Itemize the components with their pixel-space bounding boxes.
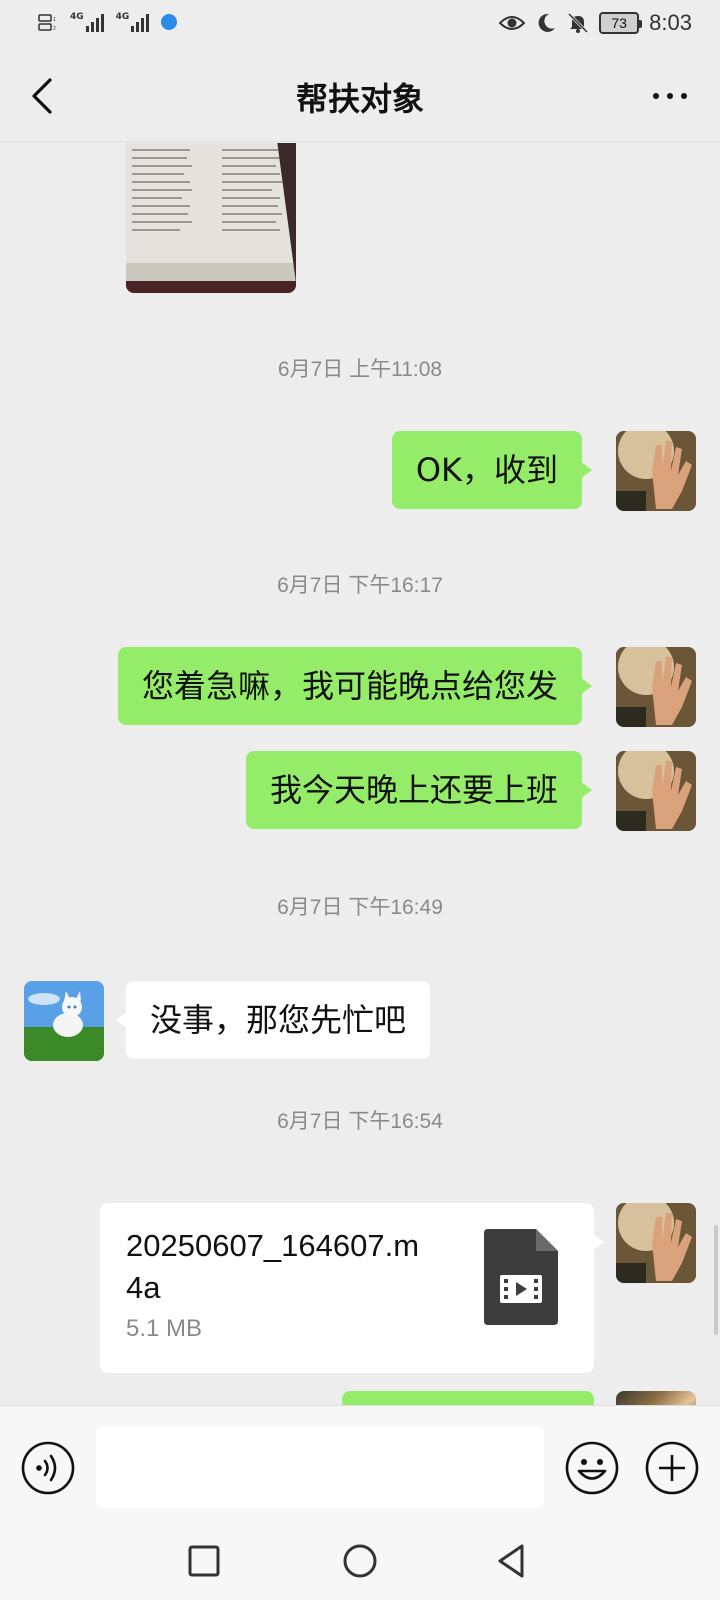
mute-bell-icon (568, 12, 589, 34)
message-bubble-self[interactable]: OK，收到 (391, 431, 593, 509)
status-bar: 1 2 4G 4G 73 8:03 (0, 0, 720, 48)
image-message[interactable] (126, 143, 296, 293)
timestamp: 6月7日 下午16:49 (277, 896, 443, 919)
eye-icon (499, 16, 526, 30)
hand-photo-icon (616, 647, 696, 727)
document-photo-icon (126, 143, 296, 293)
signal-icon (85, 12, 104, 32)
battery-icon: 73 (599, 12, 643, 34)
signal-group-2: 4G (116, 12, 150, 32)
hand-photo-icon (616, 751, 696, 831)
kitten-photo-icon (24, 981, 104, 1061)
file-message[interactable]: 20250607_164607.m4a 5.1 MB (100, 1203, 604, 1373)
svg-text:1: 1 (53, 17, 56, 23)
file-name: 20250607_164607.m4a (126, 1228, 420, 1305)
hand-photo-icon (616, 1203, 696, 1283)
avatar-self[interactable] (616, 1203, 696, 1283)
signal-icon (131, 12, 150, 32)
timestamp: 6月7日 下午16:17 (277, 574, 443, 597)
network-type-label-2: 4G (115, 12, 130, 22)
avatar-self-partial[interactable] (616, 1391, 696, 1405)
sim-icon: 1 2 (38, 14, 56, 32)
file-size: 5.1 MB (126, 1315, 203, 1342)
input-bar (0, 1405, 720, 1525)
video-file-icon (484, 1229, 558, 1325)
message-bubble-self[interactable]: 我今天晚上还要上班 (245, 751, 593, 829)
scrollbar[interactable] (714, 1225, 718, 1335)
avatar-self[interactable] (616, 647, 696, 727)
network-type-label-1: 4G (70, 12, 84, 22)
chat-header: 帮扶对象 (0, 48, 720, 142)
plus-circle-icon[interactable] (644, 1440, 700, 1496)
hand-photo-icon (616, 431, 696, 511)
status-right: 73 8:03 (499, 10, 692, 36)
system-nav-bar (0, 1525, 720, 1600)
timestamp: 6月7日 上午11:08 (277, 358, 443, 381)
message-bubble-self[interactable]: 您着急嘛，我可能晚点给您发 (117, 647, 593, 725)
message-bubble-other[interactable]: 没事，那您先忙吧 (115, 981, 431, 1059)
app-notification-icon (161, 14, 178, 30)
status-left: 1 2 4G 4G (38, 12, 178, 32)
moon-icon (538, 13, 556, 32)
status-time: 8:03 (649, 10, 692, 35)
back-triangle-icon[interactable] (492, 1541, 532, 1581)
chat-title: 帮扶对象 (295, 80, 424, 118)
voice-icon[interactable] (20, 1440, 76, 1496)
svg-text:2: 2 (53, 26, 56, 32)
home-circle-icon[interactable] (340, 1541, 380, 1581)
emoji-icon[interactable] (564, 1440, 620, 1496)
message-list[interactable]: 6月7日 上午11:08 OK，收到 6月7日 下午16:17 您着急嘛，我可能… (0, 143, 720, 1405)
avatar-other[interactable] (24, 981, 104, 1061)
message-input[interactable] (96, 1426, 544, 1508)
signal-group-1: 4G (70, 12, 104, 32)
avatar-self[interactable] (616, 431, 696, 511)
battery-level: 73 (611, 15, 627, 31)
recents-square-icon[interactable] (184, 1541, 224, 1581)
message-bubble-self-partial[interactable] (342, 1391, 594, 1405)
more-dots-icon[interactable] (648, 84, 692, 108)
avatar-self[interactable] (616, 751, 696, 831)
chat-screen: 1 2 4G 4G 73 8:03 帮扶对象 6月7日 上午11:08 OK，收… (0, 0, 720, 1600)
timestamp: 6月7日 下午16:54 (277, 1110, 443, 1133)
